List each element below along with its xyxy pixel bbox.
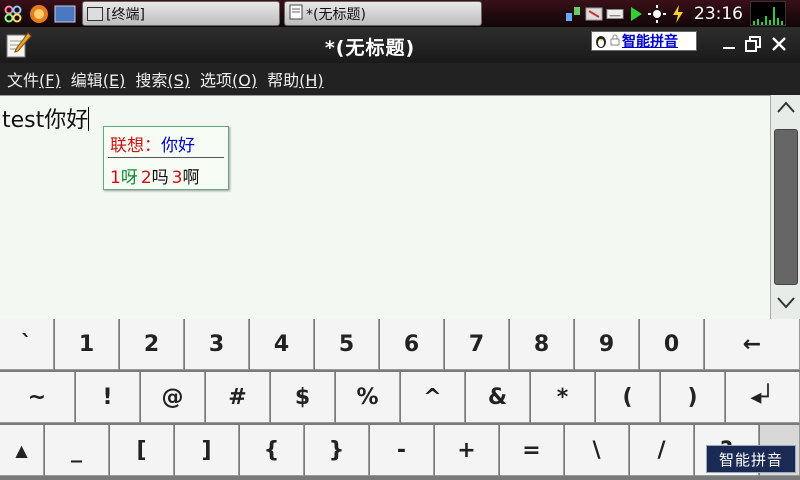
key-4[interactable]: 4: [250, 319, 314, 370]
candidate-header: 联想：你好: [110, 131, 195, 156]
scroll-down-button[interactable]: [771, 291, 800, 319]
key-hash[interactable]: #: [206, 372, 270, 423]
key-right-bracket[interactable]: ]: [175, 425, 239, 476]
battery-charging-icon[interactable]: [669, 4, 687, 23]
key-8[interactable]: 8: [510, 319, 574, 370]
menu-file[interactable]: 文件(F): [7, 67, 61, 91]
browser-icon[interactable]: [28, 3, 50, 25]
key-left-bracket[interactable]: [: [110, 425, 174, 476]
top-panel: [终端] *(无标题) 23:16: [0, 0, 800, 27]
display-icon[interactable]: [585, 5, 603, 23]
minimize-button[interactable]: [718, 33, 740, 55]
scroll-up-button[interactable]: [771, 95, 800, 123]
keyboard-row-2: ~ ! @ # $ % ^ & * ( ) ◂┘: [0, 372, 800, 424]
keyboard-row-1: ` 1 2 3 4 5 6 7 8 9 0 ←: [0, 319, 800, 371]
ime-logo: 智能拼音: [706, 445, 796, 473]
key-caret[interactable]: ^: [401, 372, 465, 423]
app-menu-icon[interactable]: [2, 3, 24, 25]
candidate-label: 联想：: [110, 136, 161, 156]
ime-candidate-window: 联想：你好 1呀 2吗 3啊: [103, 126, 229, 190]
scrollbar-thumb[interactable]: [774, 129, 798, 285]
close-button[interactable]: [768, 33, 790, 55]
network-icon[interactable]: [564, 5, 582, 23]
candidate-item[interactable]: 3啊: [172, 163, 200, 188]
menu-options[interactable]: 选项(O): [200, 67, 257, 91]
key-shift-left[interactable]: ▲: [0, 425, 44, 476]
key-percent[interactable]: %: [336, 372, 400, 423]
candidate-list: 1呀 2吗 3啊: [110, 163, 199, 188]
key-asterisk[interactable]: *: [531, 372, 595, 423]
key-left-paren[interactable]: (: [596, 372, 660, 423]
ime-name: 智能拼音: [622, 34, 678, 50]
key-plus[interactable]: +: [435, 425, 499, 476]
key-enter[interactable]: ◂┘: [726, 372, 800, 423]
key-at[interactable]: @: [141, 372, 205, 423]
clock[interactable]: 23:16: [694, 4, 743, 24]
menu-search[interactable]: 搜索(S): [135, 67, 190, 91]
on-screen-keyboard: ` 1 2 3 4 5 6 7 8 9 0 ← ~ ! @ # $ % ^ & …: [0, 319, 800, 480]
menu-help[interactable]: 帮助(H): [267, 67, 324, 91]
key-minus[interactable]: -: [370, 425, 434, 476]
taskbar-item-terminal[interactable]: [终端]: [82, 1, 280, 26]
editor-content[interactable]: test你好: [2, 102, 90, 134]
brightness-icon[interactable]: [648, 4, 666, 23]
vertical-scrollbar[interactable]: [770, 95, 800, 319]
menu-bar: 文件(F) 编辑(E) 搜索(S) 选项(O) 帮助(H): [0, 63, 800, 95]
key-5[interactable]: 5: [315, 319, 379, 370]
keyboard-row-3: ▲ _ [ ] { } - + = \ / ? ▲: [0, 425, 800, 477]
lock-icon: [610, 34, 620, 49]
candidate-item[interactable]: 1呀: [110, 163, 138, 188]
editor-icon: [289, 4, 303, 24]
key-1[interactable]: 1: [55, 319, 119, 370]
key-exclamation[interactable]: !: [76, 372, 140, 423]
text-caret: [88, 107, 90, 131]
taskbar-item-label: *(无标题): [306, 6, 366, 23]
key-underscore[interactable]: _: [45, 425, 109, 476]
key-9[interactable]: 9: [575, 319, 639, 370]
key-backtick[interactable]: `: [0, 319, 54, 370]
key-backslash[interactable]: \: [565, 425, 629, 476]
restore-button[interactable]: [742, 33, 764, 55]
key-7[interactable]: 7: [445, 319, 509, 370]
key-6[interactable]: 6: [380, 319, 444, 370]
cpu-monitor: [750, 1, 786, 26]
key-ampersand[interactable]: &: [466, 372, 530, 423]
key-right-brace[interactable]: }: [305, 425, 369, 476]
show-desktop-icon[interactable]: [54, 3, 76, 25]
key-equals[interactable]: =: [500, 425, 564, 476]
key-backspace[interactable]: ←: [705, 319, 800, 370]
terminal-icon: [87, 6, 103, 21]
keyboard-icon[interactable]: [606, 5, 624, 23]
key-right-paren[interactable]: ): [661, 372, 725, 423]
key-3[interactable]: 3: [185, 319, 249, 370]
play-icon[interactable]: [627, 5, 645, 23]
key-slash[interactable]: /: [630, 425, 694, 476]
candidate-divider: [108, 157, 224, 158]
key-left-brace[interactable]: {: [240, 425, 304, 476]
key-2[interactable]: 2: [120, 319, 184, 370]
penguin-icon: [594, 33, 608, 49]
ime-status-badge[interactable]: 智能拼音: [591, 31, 697, 51]
taskbar-item-label: [终端]: [106, 6, 145, 23]
key-dollar[interactable]: $: [271, 372, 335, 423]
candidate-input: 你好: [161, 136, 195, 156]
taskbar-item-editor[interactable]: *(无标题): [284, 1, 482, 26]
candidate-item[interactable]: 2吗: [141, 163, 169, 188]
window-titlebar: *(无标题) 智能拼音: [0, 27, 800, 63]
menu-edit[interactable]: 编辑(E): [71, 67, 126, 91]
key-tilde[interactable]: ~: [0, 372, 75, 423]
key-0[interactable]: 0: [640, 319, 704, 370]
system-tray: 23:16: [564, 0, 800, 27]
